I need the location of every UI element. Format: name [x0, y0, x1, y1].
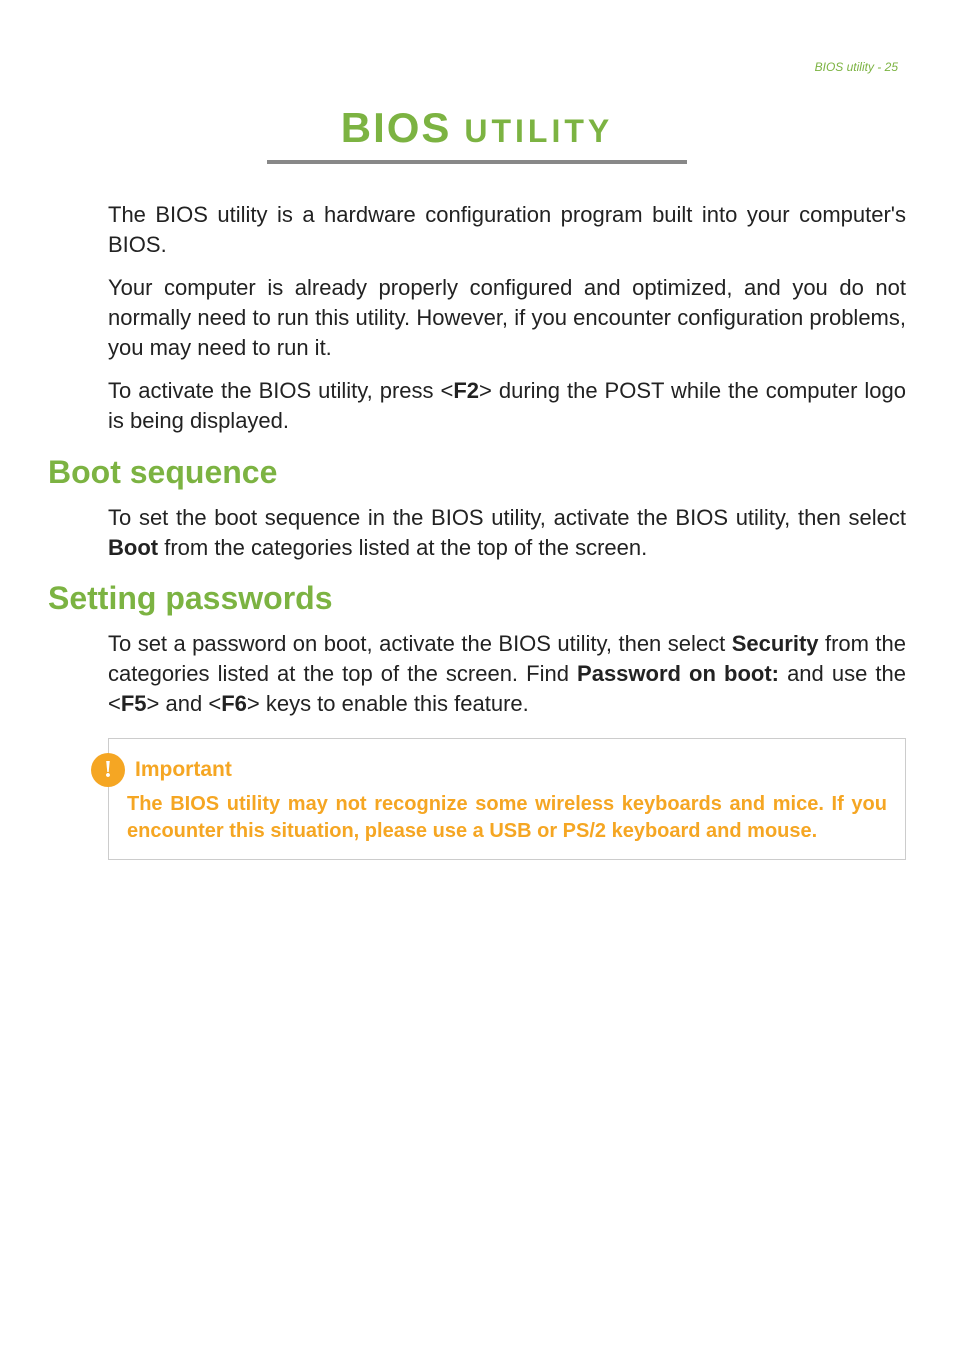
intro-paragraph-1: The BIOS utility is a hardware configura… [108, 200, 906, 259]
security-bold-label: Security [732, 631, 819, 656]
pw-body-post: > keys to enable this feature. [247, 691, 529, 716]
callout-title: Important [135, 758, 232, 782]
warning-icon: ! [91, 753, 125, 787]
setting-passwords-body: To set a password on boot, activate the … [108, 629, 906, 718]
boot-bold-label: Boot [108, 535, 158, 560]
page-title: BIOS UTILITY [48, 104, 906, 152]
f6-key-label: F6 [221, 691, 247, 716]
important-callout: ! Important The BIOS utility may not rec… [108, 738, 906, 860]
f2-key-label: F2 [453, 378, 479, 403]
pw-body-pre: To set a password on boot, activate the … [108, 631, 732, 656]
boot-body-pre: To set the boot sequence in the BIOS uti… [108, 505, 906, 530]
title-underline [267, 160, 687, 164]
boot-body-post: from the categories listed at the top of… [158, 535, 647, 560]
callout-header: ! Important [91, 753, 887, 787]
intro-paragraph-2: Your computer is already properly config… [108, 273, 906, 362]
boot-sequence-body: To set the boot sequence in the BIOS uti… [108, 503, 906, 562]
f5-key-label: F5 [121, 691, 147, 716]
password-on-boot-label: Password on boot: [577, 661, 779, 686]
title-part-utility: UTILITY [451, 113, 613, 149]
warning-icon-mark: ! [104, 757, 112, 784]
intro3-pre: To activate the BIOS utility, press < [108, 378, 453, 403]
pw-body-mid3: > and < [147, 691, 222, 716]
intro-paragraph-3: To activate the BIOS utility, press <F2>… [108, 376, 906, 435]
header-breadcrumb: BIOS utility - 25 [48, 60, 906, 74]
callout-body: The BIOS utility may not recognize some … [127, 791, 887, 845]
boot-sequence-heading: Boot sequence [48, 454, 906, 491]
page-container: BIOS utility - 25 BIOS UTILITY The BIOS … [0, 0, 954, 908]
title-part-bios: BIOS [341, 104, 452, 151]
setting-passwords-heading: Setting passwords [48, 580, 906, 617]
